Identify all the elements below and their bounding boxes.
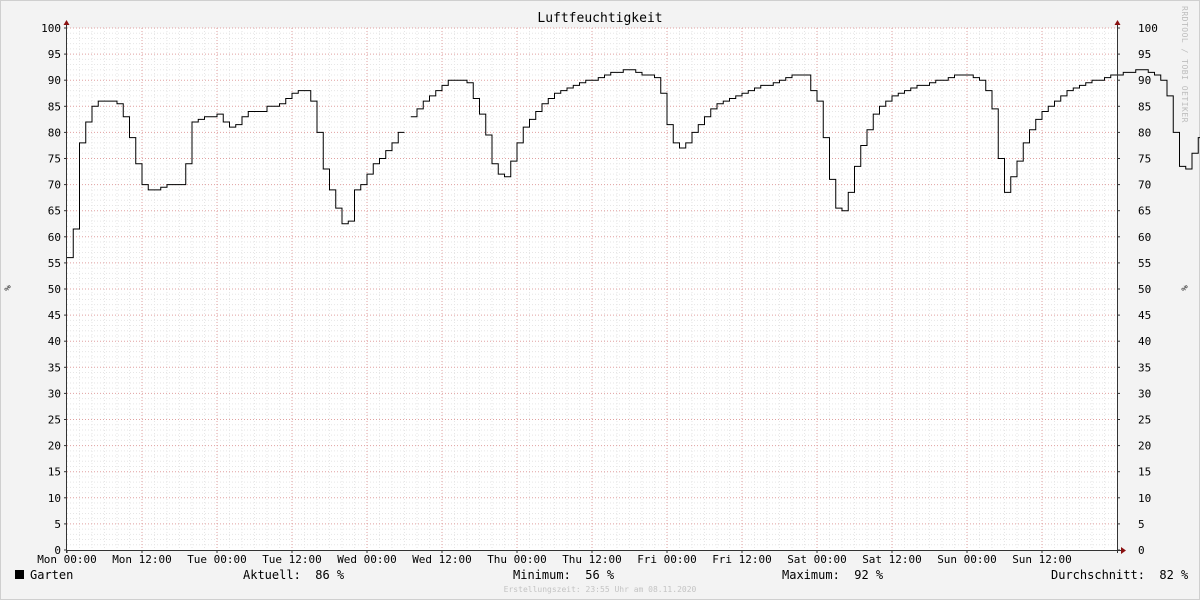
- legend-aktuell: Aktuell: 86 %: [243, 568, 344, 582]
- legend-aktuell-value: 86 %: [315, 568, 345, 582]
- y-tick-labels-right: 0510152025303540455055606570758085909510…: [1138, 22, 1158, 557]
- x-tick-label: Tue 12:00: [262, 553, 322, 566]
- y-tick-label-right: 55: [1138, 257, 1151, 270]
- y-tick-label-right: 10: [1138, 492, 1151, 505]
- legend-maximum-value: 92 %: [854, 568, 884, 582]
- y-tick-label-left: 85: [48, 100, 61, 113]
- legend-minimum-label: Minimum:: [513, 568, 571, 582]
- legend-minimum-value: 56 %: [585, 568, 615, 582]
- y-tick-label-left: 25: [48, 414, 61, 427]
- x-tick-label: Wed 00:00: [337, 553, 397, 566]
- y-tick-label-left: 70: [48, 179, 61, 192]
- y-tick-label-left: 15: [48, 466, 61, 479]
- x-tick-label: Thu 12:00: [562, 553, 622, 566]
- legend-swatch: [15, 570, 24, 579]
- y-tick-label-left: 40: [48, 335, 61, 348]
- y-tick-label-right: 90: [1138, 74, 1151, 87]
- y-tick-label-right: 15: [1138, 466, 1151, 479]
- x-tick-label: Sat 00:00: [787, 553, 847, 566]
- x-tick-label: Sun 00:00: [937, 553, 997, 566]
- chart-title: Luftfeuchtigkeit: [537, 11, 663, 26]
- y-tick-label-right: 50: [1138, 283, 1151, 296]
- x-tick-label: Sun 12:00: [1012, 553, 1072, 566]
- rrdtool-watermark: RRDTOOL / TOBI OETIKER: [1180, 6, 1189, 123]
- y-axis-unit-right: %: [1178, 285, 1189, 291]
- humidity-chart: 0 5 10 15 20 25 30 35 40 45 50 55 60 65 70 75 80 85 90 95 10…: [37, 20, 1200, 566]
- y-tick-label-left: 80: [48, 126, 61, 139]
- y-tick-label-right: 60: [1138, 231, 1151, 244]
- x-tick-label: Sat 12:00: [862, 553, 922, 566]
- legend-maximum-label: Maximum:: [782, 568, 840, 582]
- y-tick-label-right: 85: [1138, 100, 1151, 113]
- y-tick-label-right: 65: [1138, 205, 1151, 218]
- y-tick-label-right: 0: [1138, 544, 1145, 557]
- y-tick-label-left: 55: [48, 257, 61, 270]
- x-tick-label: Mon 12:00: [112, 553, 172, 566]
- y-tick-label-right: 95: [1138, 48, 1151, 61]
- legend-durchschnitt-label: Durchschnitt:: [1051, 568, 1145, 582]
- x-tick-label: Fri 12:00: [712, 553, 772, 566]
- y-tick-label-right: 80: [1138, 126, 1151, 139]
- y-tick-label-left: 95: [48, 48, 61, 61]
- legend-aktuell-label: Aktuell:: [243, 568, 301, 582]
- y-axis-unit-left: %: [1, 285, 12, 291]
- y-tick-label-left: 10: [48, 492, 61, 505]
- legend-minimum: Minimum: 56 %: [513, 568, 614, 582]
- y-tick-label-right: 35: [1138, 361, 1151, 374]
- x-tick-label: Tue 00:00: [187, 553, 247, 566]
- y-tick-label-left: 20: [48, 440, 61, 453]
- y-tick-label-right: 40: [1138, 335, 1151, 348]
- y-tick-label-left: 50: [48, 283, 61, 296]
- legend-series-name: Garten: [30, 568, 74, 582]
- y-tick-label-right: 70: [1138, 179, 1151, 192]
- y-tick-label-left: 75: [48, 153, 61, 166]
- legend-durchschnitt: Durchschnitt: 82 %: [1051, 568, 1188, 582]
- x-tick-label: Wed 12:00: [412, 553, 472, 566]
- x-tick-labels: Mon 00:00 Mon 12:00 Tue 00:00 Tue 12:00 Wed …: [37, 553, 1072, 566]
- y-tick-label-left: 65: [48, 205, 61, 218]
- y-tick-label-left: 5: [54, 518, 61, 531]
- y-tick-label-right: 30: [1138, 387, 1151, 400]
- x-tick-label: Fri 00:00: [637, 553, 697, 566]
- y-tick-label-left: 30: [48, 387, 61, 400]
- y-tick-label-right: 75: [1138, 153, 1151, 166]
- y-tick-label-left: 45: [48, 309, 61, 322]
- creation-timestamp: Erstellungszeit: 23:55 Uhr am 08.11.2020: [503, 585, 697, 594]
- x-axis-arrow: [1121, 547, 1126, 554]
- legend-maximum: Maximum: 92 %: [782, 568, 883, 582]
- x-tick-label: Mon 00:00: [37, 553, 97, 566]
- y-tick-label-right: 25: [1138, 414, 1151, 427]
- y-tick-label-left: 90: [48, 74, 61, 87]
- y-tick-label-right: 20: [1138, 440, 1151, 453]
- x-tick-label: Thu 00:00: [487, 553, 547, 566]
- y-tick-label-right: 5: [1138, 518, 1145, 531]
- legend-durchschnitt-value: 82 %: [1159, 568, 1189, 582]
- y-tick-label-left: 35: [48, 361, 61, 374]
- y-tick-labels-left: 0510152025303540455055606570758085909510…: [41, 22, 61, 557]
- y-tick-label-right: 45: [1138, 309, 1151, 322]
- y-tick-label-left: 60: [48, 231, 61, 244]
